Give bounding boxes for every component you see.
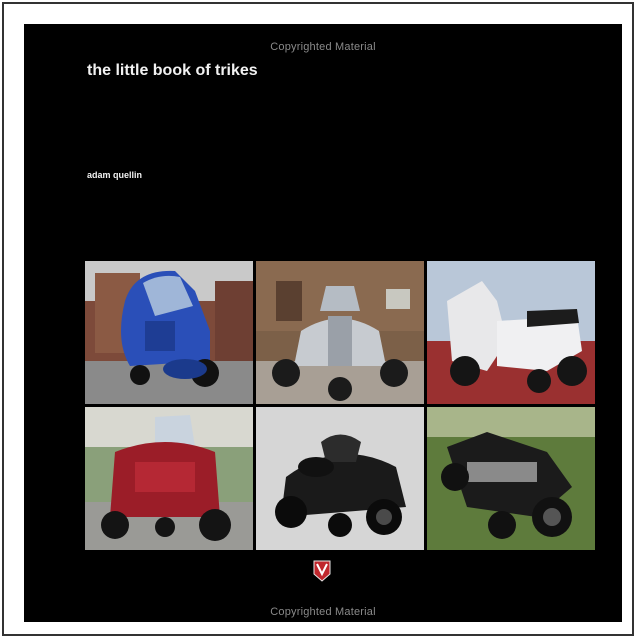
book-cover: Copyrighted Material the little book of … — [24, 24, 622, 622]
photo-black-chopper-trike — [427, 407, 595, 550]
photo-white-scooter-trike — [427, 261, 595, 404]
watermark-bottom: Copyrighted Material — [270, 606, 376, 618]
photo-black-roadster — [256, 407, 424, 550]
book-title: the little book of trikes — [87, 62, 258, 79]
cover-frame: Copyrighted Material the little book of … — [2, 2, 634, 636]
watermark-top: Copyrighted Material — [270, 41, 376, 53]
photo-red-touring-trike — [85, 407, 253, 550]
photo-grid — [85, 261, 595, 551]
book-author: adam quellin — [87, 170, 143, 180]
publisher-logo — [313, 560, 331, 582]
photo-silver-roadster — [256, 261, 424, 404]
photo-blue-enclosed-trike — [85, 261, 253, 404]
